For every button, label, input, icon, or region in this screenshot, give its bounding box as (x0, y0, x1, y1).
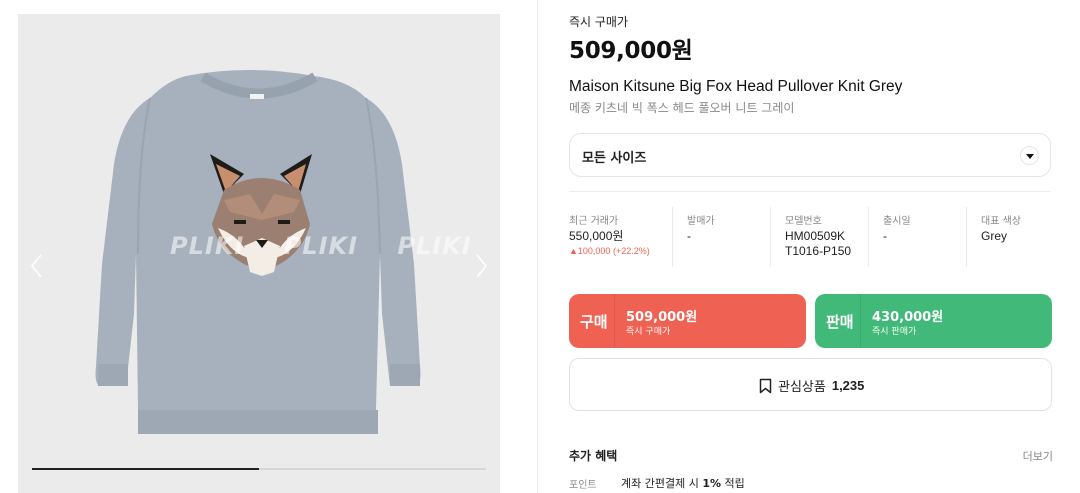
stat-value: HM00509K (785, 229, 846, 243)
stat-value: - (687, 229, 691, 243)
stat-model-number: 모델번호 HM00509K T1016-P150 (770, 207, 868, 267)
product-name-korean: 메종 키츠네 빅 폭스 헤드 풀오버 니트 그레이 (569, 101, 795, 115)
point-benefit: 계좌 간편결제 시 1% 적립 (621, 475, 745, 491)
point-rate: 1% (702, 477, 722, 490)
divider (569, 191, 1051, 192)
stat-release-price: 발매가 - (672, 207, 770, 267)
more-link[interactable]: 더보기 (1023, 448, 1053, 464)
buy-button[interactable]: 구매 509,000원 즉시 구매가 (569, 294, 806, 348)
price-label: 즉시 구매가 (569, 15, 629, 29)
benefits-title: 추가 혜택 (569, 449, 618, 463)
product-image-gallery[interactable]: PLIKI PLIKI PLIKI PLIKI (18, 14, 500, 493)
size-select-label: 모든 사이즈 (582, 151, 647, 166)
point-prefix: 계좌 간편결제 시 (621, 477, 703, 490)
stat-value: - (883, 229, 887, 243)
price-value: 509,000원 (569, 38, 693, 64)
gallery-progress-track (32, 468, 486, 470)
stat-key: 대표 색상 (981, 216, 1021, 227)
button-separator (860, 294, 861, 348)
stat-release-date: 출시일 - (868, 207, 966, 267)
point-label: 포인트 (569, 480, 597, 491)
sell-price: 430,000원 (872, 310, 944, 325)
stat-color: 대표 색상 Grey (966, 207, 1051, 267)
bookmark-icon (759, 378, 772, 393)
price-change: ▲100,000 (+22.2%) (569, 246, 650, 256)
buy-price: 509,000원 (626, 310, 698, 325)
stat-value: 550,000원 (569, 229, 624, 243)
product-stats: 최근 거래가 550,000원 ▲100,000 (+22.2%) 발매가 - … (569, 207, 1051, 267)
chevron-right-icon[interactable] (472, 252, 490, 280)
wishlist-count: 1,235 (831, 378, 865, 393)
sell-button-title: 판매 (826, 313, 854, 331)
column-divider (537, 0, 538, 493)
buy-button-title: 구매 (580, 313, 608, 331)
size-select[interactable]: 모든 사이즈 (569, 133, 1051, 177)
stat-recent-price: 최근 거래가 550,000원 ▲100,000 (+22.2%) (569, 207, 669, 267)
point-suffix: 적립 (721, 477, 745, 490)
buy-subtitle: 즉시 구매가 (626, 327, 671, 337)
stat-key: 최근 거래가 (569, 216, 619, 227)
stat-value-line2: T1016-P150 (785, 244, 852, 258)
gallery-progress-fill (32, 468, 259, 470)
stat-value: Grey (981, 229, 1008, 243)
button-separator (614, 294, 615, 348)
wishlist-label: 관심상품 (778, 380, 826, 395)
stat-key: 모델번호 (785, 216, 822, 227)
wishlist-content: 관심상품 1,235 (759, 376, 864, 395)
caret-down-icon (1020, 146, 1039, 165)
wishlist-button[interactable]: 관심상품 1,235 (569, 358, 1052, 411)
sell-button[interactable]: 판매 430,000원 즉시 판매가 (815, 294, 1052, 348)
stat-key: 출시일 (883, 216, 911, 227)
watermark: PLIKI PLIKI PLIKI PLIKI (170, 232, 500, 260)
stat-key: 발매가 (687, 216, 715, 227)
sell-subtitle: 즉시 판매가 (872, 327, 917, 337)
chevron-left-icon[interactable] (28, 252, 46, 280)
product-name-english: Maison Kitsune Big Fox Head Pullover Kni… (569, 78, 903, 95)
